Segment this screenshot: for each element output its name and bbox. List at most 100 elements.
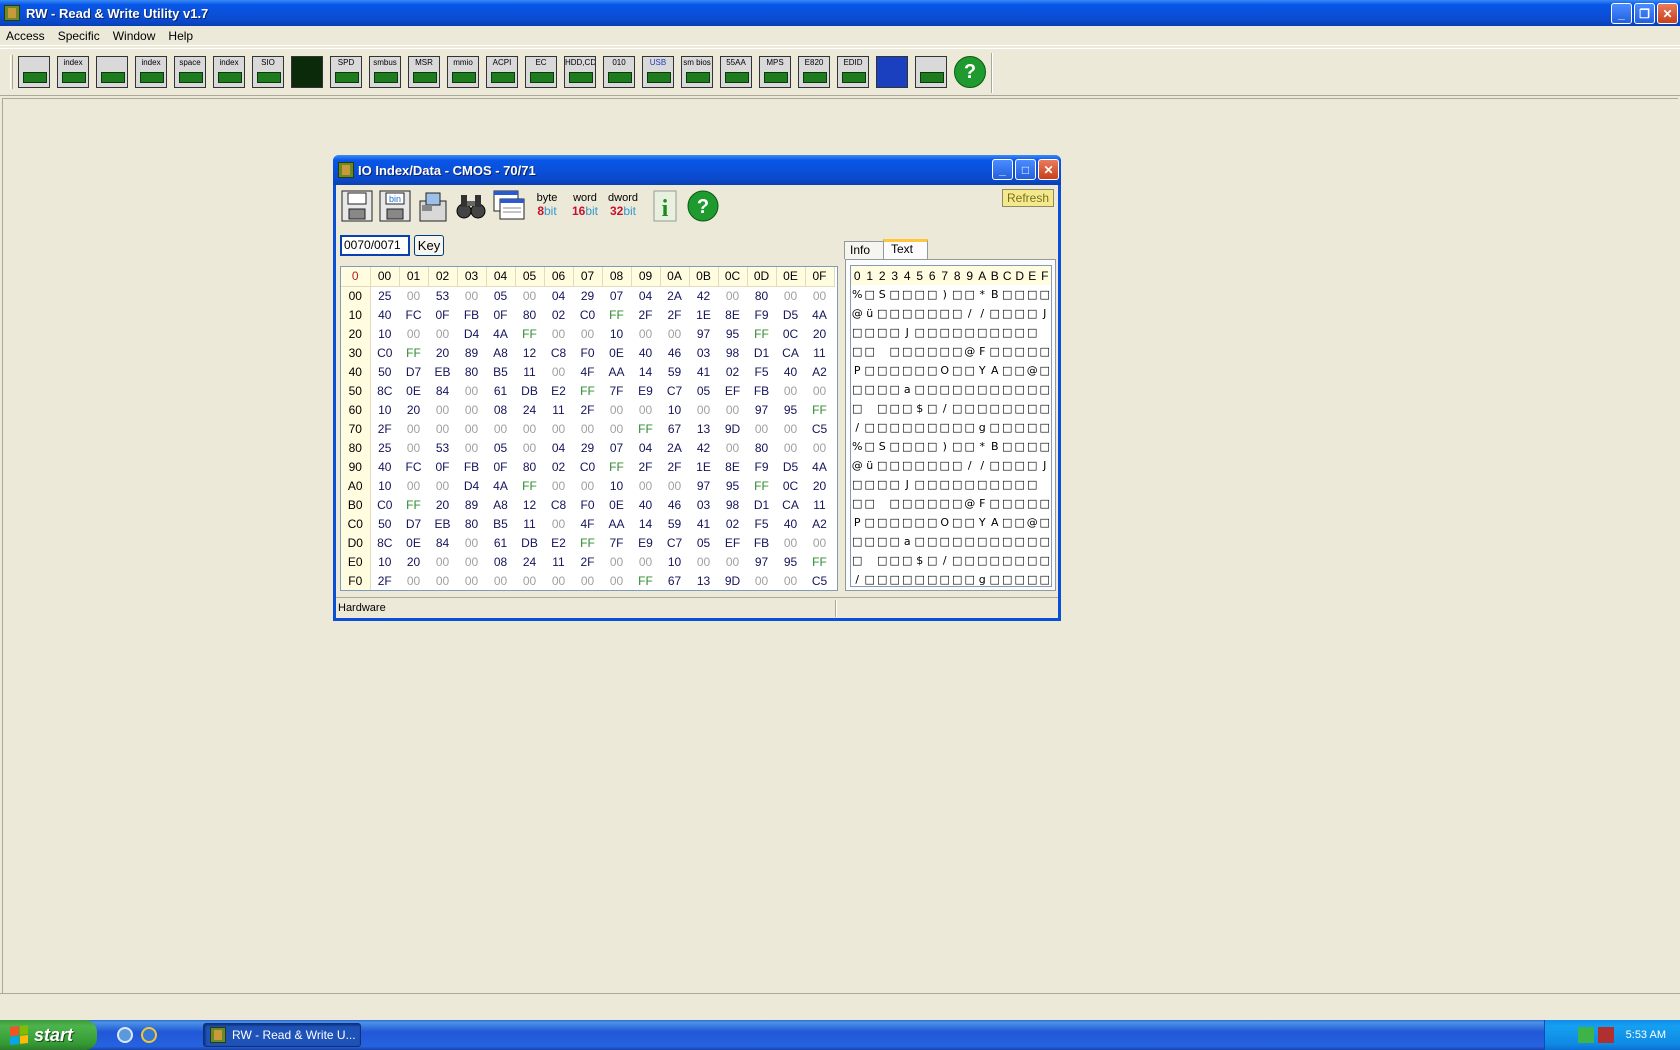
text-cell[interactable]: □ bbox=[889, 323, 902, 342]
smbus-button[interactable]: smbus bbox=[369, 56, 401, 88]
hex-cell[interactable]: 11 bbox=[805, 495, 834, 514]
text-cell[interactable]: / bbox=[976, 456, 989, 475]
text-cell[interactable]: O bbox=[939, 361, 952, 380]
dword-32bit-button[interactable]: dword 32bit bbox=[606, 189, 640, 223]
hex-cell[interactable]: 0F bbox=[428, 457, 457, 476]
text-cell[interactable]: □ bbox=[901, 494, 914, 513]
text-cell[interactable]: S bbox=[876, 285, 889, 304]
text-cell[interactable]: □ bbox=[1026, 456, 1039, 475]
text-cell[interactable]: □ bbox=[939, 494, 952, 513]
text-cell[interactable]: □ bbox=[964, 437, 977, 456]
text-cell[interactable]: □ bbox=[1014, 513, 1027, 532]
hex-cell[interactable]: 11 bbox=[515, 514, 544, 533]
hex-cell[interactable]: 67 bbox=[660, 419, 689, 438]
text-cell[interactable]: □ bbox=[989, 532, 1002, 551]
hex-cell[interactable]: 95 bbox=[776, 400, 805, 419]
address-field[interactable]: 0070/0071 bbox=[340, 235, 410, 256]
hex-cell[interactable]: 40 bbox=[370, 305, 399, 324]
text-cell[interactable]: □ bbox=[914, 456, 927, 475]
text-cell[interactable]: □ bbox=[1014, 418, 1027, 437]
hex-cell[interactable]: 00 bbox=[457, 438, 486, 457]
hex-cell[interactable]: 00 bbox=[805, 286, 834, 305]
text-cell[interactable]: / bbox=[939, 399, 952, 418]
hex-cell[interactable]: 11 bbox=[544, 552, 573, 571]
text-cell[interactable] bbox=[876, 342, 889, 361]
hex-cell[interactable]: 04 bbox=[631, 438, 660, 457]
text-cell[interactable]: □ bbox=[976, 475, 989, 494]
hex-cell[interactable]: 20 bbox=[428, 343, 457, 362]
hex-cell[interactable]: 00 bbox=[747, 419, 776, 438]
hex-cell[interactable]: DB bbox=[515, 533, 544, 552]
hex-cell[interactable]: D4 bbox=[457, 324, 486, 343]
hex-cell[interactable]: 25 bbox=[370, 286, 399, 305]
text-cell[interactable]: □ bbox=[951, 399, 964, 418]
text-cell[interactable]: □ bbox=[989, 304, 1002, 323]
text-cell[interactable]: □ bbox=[851, 323, 864, 342]
text-cell[interactable]: □ bbox=[1026, 285, 1039, 304]
text-cell[interactable]: □ bbox=[876, 475, 889, 494]
text-cell[interactable]: □ bbox=[964, 475, 977, 494]
hex-cell[interactable]: 00 bbox=[718, 438, 747, 457]
text-cell[interactable]: □ bbox=[939, 570, 952, 589]
hex-cell[interactable]: 97 bbox=[689, 476, 718, 495]
text-cell[interactable]: □ bbox=[976, 380, 989, 399]
hex-cell[interactable]: 7F bbox=[602, 533, 631, 552]
text-cell[interactable]: □ bbox=[1001, 551, 1014, 570]
hex-cell[interactable]: 10 bbox=[660, 552, 689, 571]
text-cell[interactable]: □ bbox=[989, 418, 1002, 437]
text-cell[interactable]: □ bbox=[914, 437, 927, 456]
hex-cell[interactable]: 80 bbox=[747, 438, 776, 457]
hex-cell[interactable]: 00 bbox=[776, 381, 805, 400]
text-cell[interactable]: □ bbox=[951, 494, 964, 513]
hex-cell[interactable]: 0F bbox=[486, 457, 515, 476]
text-cell[interactable]: $ bbox=[914, 399, 927, 418]
hex-cell[interactable]: EF bbox=[718, 381, 747, 400]
hex-cell[interactable]: 00 bbox=[573, 476, 602, 495]
hex-cell[interactable]: 1E bbox=[689, 305, 718, 324]
text-cell[interactable]: A bbox=[989, 361, 1002, 380]
text-cell[interactable]: □ bbox=[926, 418, 939, 437]
hex-cell[interactable]: 07 bbox=[602, 286, 631, 305]
hex-grid[interactable]: 0 00 01 02 03 04 05 06 07 08 09 0A 0B 0C 0D 0E 0F 00 25 00… bbox=[340, 266, 838, 591]
hex-cell[interactable]: 59 bbox=[660, 514, 689, 533]
usb-button[interactable]: USB bbox=[642, 56, 674, 88]
hex-cell[interactable]: 08 bbox=[486, 552, 515, 571]
text-cell[interactable]: □ bbox=[901, 304, 914, 323]
start-button[interactable]: start bbox=[0, 1020, 97, 1050]
hex-cell[interactable]: D7 bbox=[399, 514, 428, 533]
hex-cell[interactable]: 14 bbox=[631, 514, 660, 533]
hex-cell[interactable]: 00 bbox=[399, 286, 428, 305]
hex-cell[interactable]: FF bbox=[631, 571, 660, 590]
text-cell[interactable]: □ bbox=[1014, 323, 1027, 342]
text-cell[interactable]: □ bbox=[1001, 418, 1014, 437]
hex-cell[interactable]: 25 bbox=[370, 438, 399, 457]
text-cell[interactable]: □ bbox=[914, 532, 927, 551]
hex-cell[interactable]: 41 bbox=[689, 362, 718, 381]
hex-cell[interactable]: 80 bbox=[457, 362, 486, 381]
hex-cell[interactable]: 00 bbox=[486, 419, 515, 438]
text-cell[interactable]: □ bbox=[914, 380, 927, 399]
hex-cell[interactable]: 00 bbox=[515, 571, 544, 590]
taskbar-item-rw[interactable]: RW - Read & Write U... bbox=[203, 1023, 361, 1047]
text-cell[interactable]: □ bbox=[851, 551, 864, 570]
text-cell[interactable]: J bbox=[901, 323, 914, 342]
hex-cell[interactable]: FC bbox=[399, 457, 428, 476]
hex-cell[interactable]: 0C bbox=[776, 324, 805, 343]
text-cell[interactable]: □ bbox=[901, 285, 914, 304]
hex-cell[interactable]: 04 bbox=[544, 286, 573, 305]
hex-cell[interactable]: 9D bbox=[718, 571, 747, 590]
text-cell[interactable]: □ bbox=[901, 361, 914, 380]
hex-cell[interactable]: A8 bbox=[486, 495, 515, 514]
io-index-button[interactable]: index bbox=[57, 56, 89, 88]
text-cell[interactable]: □ bbox=[939, 323, 952, 342]
minimize-button[interactable]: _ bbox=[1611, 3, 1632, 24]
text-cell[interactable]: g bbox=[976, 418, 989, 437]
hex-cell[interactable]: 0F bbox=[486, 305, 515, 324]
text-cell[interactable]: □ bbox=[1001, 342, 1014, 361]
hex-cell[interactable]: 00 bbox=[428, 476, 457, 495]
text-cell[interactable]: □ bbox=[1001, 399, 1014, 418]
hex-cell[interactable]: 00 bbox=[544, 571, 573, 590]
text-cell[interactable]: □ bbox=[901, 551, 914, 570]
hex-cell[interactable]: C8 bbox=[544, 495, 573, 514]
hex-cell[interactable]: 10 bbox=[370, 324, 399, 343]
